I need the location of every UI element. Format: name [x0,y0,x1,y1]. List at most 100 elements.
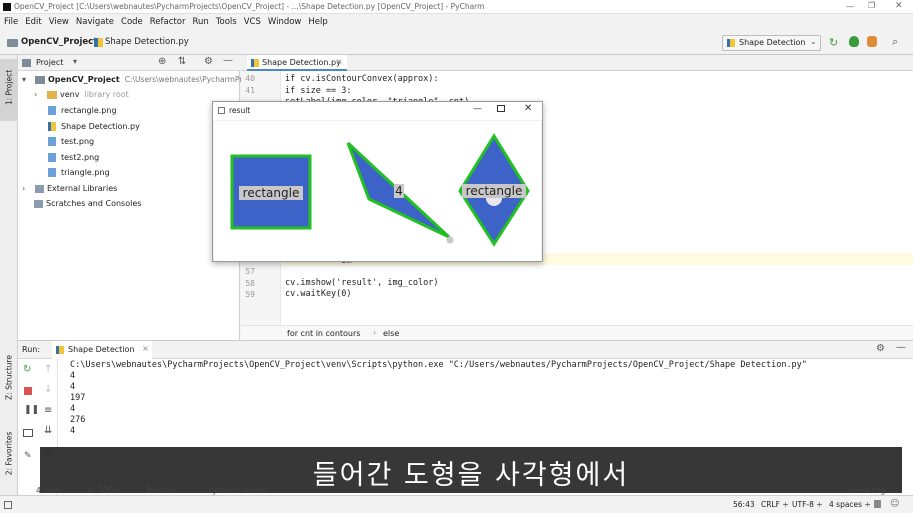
run-config-select[interactable]: Shape Detection ⌄ [722,35,821,51]
code-line: cv.imshow('result', img_color) [285,278,439,288]
result-window[interactable]: result — ✕ rectangle 4 rectangle [212,101,543,262]
breadcrumb-file[interactable]: Shape Detection.py [105,37,189,47]
tree-item-test2[interactable]: test2.png [48,150,99,165]
menu-help[interactable]: Help [308,17,327,27]
close-tab-icon[interactable]: × [336,57,343,66]
breadcrumb-separator: › [86,37,90,47]
menu-run[interactable]: Run [192,17,208,27]
tree-item-scratches[interactable]: Scratches and Consoles [34,196,141,211]
inspector-icon[interactable]: ☺ [890,499,899,509]
python-file-icon [94,38,103,47]
tree-item-shape-detection[interactable]: Shape Detection.py [48,119,140,134]
code-line: if cv.isContourConvex(approx): [285,74,439,84]
tree-item-external-libraries[interactable]: › External Libraries [22,181,117,196]
project-view-icon [22,59,31,67]
chevron-down-icon[interactable]: ▾ [73,57,77,66]
close-icon[interactable]: ✕ [895,1,903,11]
soft-wrap-icon[interactable]: ≡ [44,405,52,416]
result-window-title-bar[interactable]: result — ✕ [213,102,542,120]
window-title: OpenCV_Project [C:\Users\webnautes\Pycha… [14,2,485,11]
code-crumb-else[interactable]: else [383,329,399,338]
menu-vcs[interactable]: VCS [244,17,261,27]
search-everywhere-icon[interactable]: ⌕ [892,35,898,49]
event-log-tab[interactable]: Event Log [848,486,885,495]
pin-icon[interactable]: ✎ [24,451,32,461]
maximize-icon[interactable] [497,105,505,112]
stop-icon[interactable] [24,387,32,395]
tree-item-test[interactable]: test.png [48,134,94,149]
bottom-tab-python-console[interactable]: Python Console [208,486,266,495]
close-icon[interactable]: ✕ [524,103,532,114]
locate-icon[interactable]: ⊕ [158,56,166,67]
menu-edit[interactable]: Edit [25,17,41,27]
up-arrow-icon[interactable]: ↑ [44,364,52,375]
structure-tool-tab[interactable]: Z: Structure [0,345,18,415]
menu-window[interactable]: Window [268,17,302,27]
editor-tabs: Shape Detection.py × [241,55,913,71]
tree-item-label: test2.png [61,153,100,162]
bottom-tab-todo[interactable]: 6: TODO [88,486,120,495]
indent-select[interactable]: 4 spaces ÷ [829,500,871,509]
line-number: 57 [245,267,255,276]
run-tab[interactable]: Shape Detection × [52,341,152,359]
code-crumb-for[interactable]: for cnt in contours [287,329,360,338]
favorites-tool-tab[interactable]: 2: Favorites [0,425,18,487]
project-tool-tab-label: 1: Project [4,69,14,106]
folder-icon [47,90,57,99]
menu-view[interactable]: View [49,17,69,27]
result-window-title: result [229,106,251,115]
hide-icon[interactable]: — [896,342,906,353]
rerun-icon[interactable]: ↻ [829,36,838,49]
tree-item-triangle[interactable]: triangle.png [48,165,110,180]
line-ending-select[interactable]: CRLF ÷ [761,500,789,509]
gear-icon[interactable]: ⚙ [204,56,213,67]
bottom-tab-run[interactable]: 4: Run [36,486,60,495]
scroll-end-icon[interactable]: ⇊ [44,425,52,436]
folder-icon [35,75,45,84]
minimize-icon[interactable]: — [473,104,482,114]
project-view-select[interactable]: Project [36,58,63,67]
menu-refactor[interactable]: Refactor [150,17,186,27]
image-file-icon [48,137,56,146]
coverage-icon[interactable] [867,36,877,47]
lock-icon[interactable] [874,500,881,508]
menu-file[interactable]: File [4,17,18,27]
tree-item-label: Scratches and Consoles [46,199,142,208]
minimize-icon[interactable]: — [846,2,854,11]
menu-bar: File Edit View Navigate Code Refactor Ru… [0,14,913,30]
menu-code[interactable]: Code [121,17,143,27]
encoding-select[interactable]: UTF-8 ÷ [792,500,823,509]
code-breadcrumb: for cnt in contours › else [241,325,913,340]
tree-item-label: External Libraries [47,184,118,193]
tree-item-label: Shape Detection.py [61,122,140,131]
image-file-icon [48,153,56,162]
tree-item-venv[interactable]: › venv library root [34,87,129,102]
tool-window-toggle-icon[interactable] [4,501,12,509]
label-rectangle: rectangle [243,186,300,200]
scratches-icon [34,199,43,208]
editor-tab-shape-detection[interactable]: Shape Detection.py × [247,55,347,71]
collapse-icon[interactable]: ⇅ [178,56,186,67]
debug-bug-icon[interactable] [849,36,859,47]
menu-tools[interactable]: Tools [216,17,237,27]
hide-icon[interactable]: — [223,55,233,66]
pause-icon[interactable]: ❚❚ [24,405,39,415]
maximize-icon[interactable]: ❐ [868,1,875,10]
menu-navigate[interactable]: Navigate [76,17,114,27]
layout-icon[interactable] [23,429,33,437]
line-number: 59 [245,290,255,299]
python-file-icon [251,59,259,67]
status-bar: 4: Run 6: TODO Terminal Python Console E… [0,486,913,513]
cursor-position[interactable]: 56:43 [733,500,755,509]
chevron-down-icon: ⌄ [810,37,817,46]
project-root-name: OpenCV_Project [48,75,120,84]
down-arrow-icon[interactable]: ↓ [44,384,52,395]
bottom-tab-terminal[interactable]: Terminal [145,486,177,495]
tree-item-rectangle[interactable]: rectangle.png [48,103,117,118]
rerun-icon[interactable]: ↻ [23,364,31,375]
project-tool-tab[interactable]: 1: Project [0,59,18,121]
gear-icon[interactable]: ⚙ [876,343,885,354]
folder-icon [7,39,18,47]
structure-tool-tab-label: Z: Structure [4,355,14,400]
close-tab-icon[interactable]: × [142,344,149,353]
